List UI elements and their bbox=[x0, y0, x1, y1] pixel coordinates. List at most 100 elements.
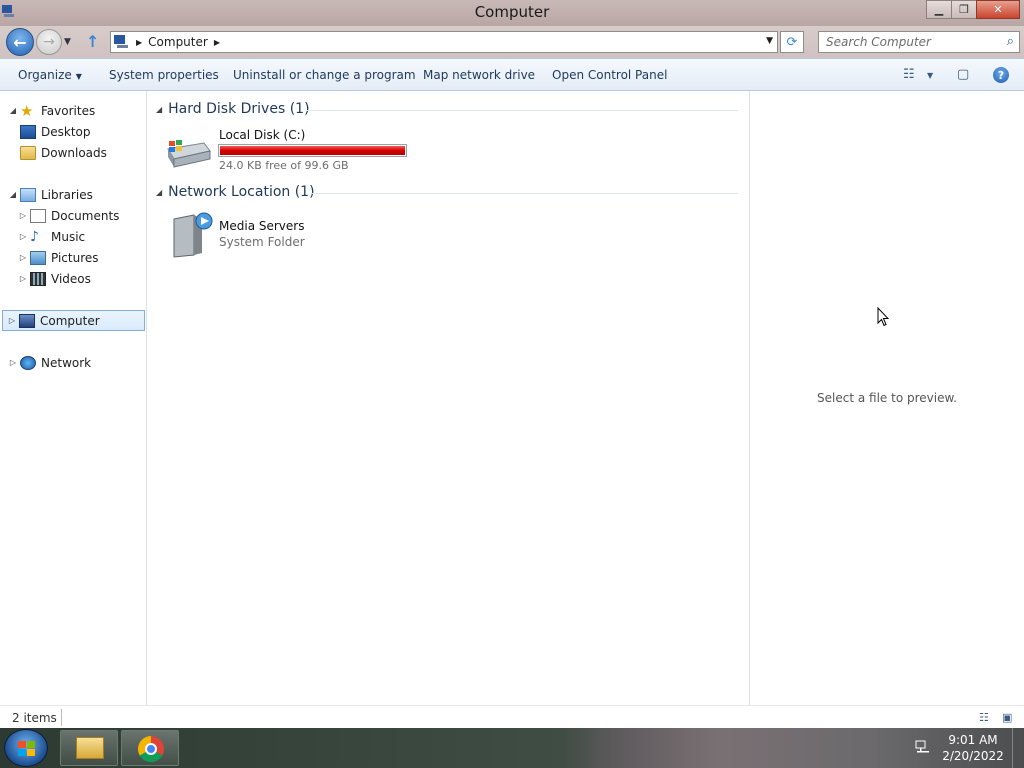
computer-icon bbox=[19, 313, 35, 328]
collapse-arrow-icon[interactable]: ◢ bbox=[8, 190, 18, 199]
documents-icon bbox=[30, 208, 46, 223]
sidebar-item-libraries[interactable]: ◢ Libraries bbox=[8, 185, 93, 204]
sidebar-item-label: Libraries bbox=[41, 187, 93, 202]
large-icons-view-icon[interactable]: ▣ bbox=[1002, 711, 1012, 724]
drive-free-space: 24.0 KB free of 99.6 GB bbox=[219, 159, 349, 172]
group-header-label: Network Location (1) bbox=[168, 184, 315, 200]
search-placeholder: Search Computer bbox=[826, 35, 931, 49]
breadcrumb-computer[interactable]: Computer bbox=[148, 35, 208, 49]
expand-arrow-icon[interactable]: ▷ bbox=[18, 232, 28, 241]
address-bar[interactable]: ▶ Computer ▶ ▼ bbox=[110, 31, 778, 53]
taskbar-clock[interactable]: 9:01 AM 2/20/2022 bbox=[938, 732, 1008, 764]
sidebar-item-label: Network bbox=[41, 355, 92, 370]
group-divider bbox=[306, 110, 738, 111]
title-bar[interactable]: Computer ▁ ❐ ✕ bbox=[0, 0, 1024, 26]
libraries-icon bbox=[20, 187, 36, 202]
organize-button[interactable]: Organize ▼ bbox=[18, 68, 82, 82]
expand-arrow-icon[interactable]: ▷ bbox=[18, 211, 28, 220]
media-servers-type: System Folder bbox=[219, 235, 305, 249]
sidebar-item-music[interactable]: ▷ ♪ Music bbox=[18, 227, 85, 246]
chrome-icon bbox=[138, 736, 164, 762]
system-properties-button[interactable]: System properties bbox=[109, 68, 219, 82]
music-icon: ♪ bbox=[30, 228, 39, 245]
back-button[interactable]: ← bbox=[6, 28, 34, 56]
navigation-pane: ◢ ★ Favorites Desktop Downloads ◢ Librar… bbox=[0, 91, 147, 705]
sidebar-item-desktop[interactable]: Desktop bbox=[20, 122, 91, 141]
hard-drive-icon bbox=[167, 140, 211, 168]
sidebar-item-label: Documents bbox=[51, 208, 120, 223]
address-dropdown-icon[interactable]: ▼ bbox=[766, 36, 773, 46]
videos-icon bbox=[30, 271, 46, 286]
item-count: 2 items bbox=[12, 711, 57, 725]
sidebar-item-documents[interactable]: ▷ Documents bbox=[18, 206, 119, 225]
expand-arrow-icon[interactable]: ▷ bbox=[18, 253, 28, 262]
collapse-arrow-icon[interactable]: ◢ bbox=[156, 105, 162, 114]
show-desktop-button[interactable] bbox=[1012, 728, 1024, 768]
sidebar-item-label: Videos bbox=[51, 271, 91, 286]
up-arrow-icon[interactable]: ↑ bbox=[86, 32, 104, 52]
preview-pane: Select a file to preview. bbox=[749, 91, 1024, 705]
search-input[interactable]: Search Computer ⌕ bbox=[818, 31, 1020, 53]
history-dropdown-icon[interactable]: ▼ bbox=[64, 37, 71, 47]
computer-icon bbox=[114, 35, 128, 48]
expand-arrow-icon[interactable]: ▷ bbox=[18, 274, 28, 283]
preview-message: Select a file to preview. bbox=[817, 391, 957, 405]
help-icon[interactable]: ? bbox=[993, 67, 1009, 83]
network-icon bbox=[20, 355, 36, 370]
open-control-panel-button[interactable]: Open Control Panel bbox=[552, 68, 667, 82]
group-header-label: Hard Disk Drives (1) bbox=[168, 101, 310, 117]
sidebar-item-label: Downloads bbox=[41, 145, 107, 160]
preview-pane-icon[interactable]: ▢ bbox=[957, 67, 969, 82]
window-title: Computer bbox=[474, 3, 550, 21]
map-network-drive-button[interactable]: Map network drive bbox=[423, 68, 535, 82]
breadcrumb-arrow-icon[interactable]: ▶ bbox=[214, 38, 220, 47]
chevron-down-icon: ▼ bbox=[75, 72, 82, 81]
sidebar-item-videos[interactable]: ▷ Videos bbox=[18, 269, 91, 288]
minimize-button[interactable]: ▁ bbox=[926, 0, 952, 19]
sidebar-item-network[interactable]: ▷ Network bbox=[8, 353, 91, 372]
sidebar-item-computer[interactable]: ▷ Computer bbox=[2, 310, 145, 331]
collapse-arrow-icon[interactable]: ◢ bbox=[8, 106, 18, 115]
taskbar-chrome-button[interactable] bbox=[121, 730, 179, 766]
taskbar-explorer-button[interactable] bbox=[60, 730, 118, 766]
collapse-arrow-icon[interactable]: ◢ bbox=[156, 188, 162, 197]
group-divider bbox=[312, 193, 738, 194]
drive-usage-bar bbox=[218, 144, 407, 157]
close-button[interactable]: ✕ bbox=[976, 0, 1020, 19]
sidebar-item-downloads[interactable]: Downloads bbox=[20, 143, 107, 162]
drive-name: Local Disk (C:) bbox=[219, 128, 306, 142]
navigation-bar: ← → ▼ ↑ ▶ Computer ▶ ▼ ⟳ Search Computer… bbox=[0, 26, 1024, 58]
forward-button[interactable]: → bbox=[36, 29, 62, 55]
sidebar-item-favorites[interactable]: ◢ ★ Favorites bbox=[8, 101, 95, 120]
file-list[interactable]: ◢ Hard Disk Drives (1) Local Disk (C:) 2… bbox=[148, 91, 748, 705]
windows-logo-icon bbox=[18, 741, 36, 757]
search-icon[interactable]: ⌕ bbox=[1007, 34, 1014, 49]
group-header-network-location[interactable]: ◢ Network Location (1) bbox=[156, 184, 315, 200]
media-server-icon bbox=[173, 212, 213, 258]
expand-arrow-icon[interactable]: ▷ bbox=[7, 316, 17, 325]
pictures-icon bbox=[30, 250, 46, 265]
view-dropdown-icon[interactable]: ▼ bbox=[927, 71, 933, 80]
clock-date: 2/20/2022 bbox=[942, 749, 1004, 763]
status-bar: 2 items ☷ ▣ bbox=[0, 705, 1024, 728]
folder-icon bbox=[76, 737, 104, 759]
drive-usage-fill bbox=[220, 146, 405, 155]
group-header-hard-disk-drives[interactable]: ◢ Hard Disk Drives (1) bbox=[156, 101, 310, 117]
network-tray-icon[interactable] bbox=[915, 740, 931, 754]
sidebar-item-pictures[interactable]: ▷ Pictures bbox=[18, 248, 99, 267]
view-options-icon[interactable]: ☷ bbox=[903, 67, 915, 82]
status-divider bbox=[61, 709, 62, 726]
sidebar-item-label: Desktop bbox=[41, 124, 91, 139]
sidebar-item-label: Computer bbox=[40, 313, 100, 328]
breadcrumb-arrow-icon[interactable]: ▶ bbox=[136, 38, 142, 47]
start-button[interactable] bbox=[4, 729, 48, 767]
maximize-button[interactable]: ❐ bbox=[951, 0, 977, 19]
uninstall-program-button[interactable]: Uninstall or change a program bbox=[233, 68, 416, 82]
refresh-button[interactable]: ⟳ bbox=[780, 31, 804, 53]
expand-arrow-icon[interactable]: ▷ bbox=[8, 358, 18, 367]
media-servers-name: Media Servers bbox=[219, 219, 305, 233]
command-bar: Organize ▼ System properties Uninstall or… bbox=[0, 58, 1024, 91]
mouse-cursor-icon bbox=[877, 307, 889, 327]
star-icon: ★ bbox=[20, 101, 34, 120]
details-view-icon[interactable]: ☷ bbox=[979, 711, 989, 724]
